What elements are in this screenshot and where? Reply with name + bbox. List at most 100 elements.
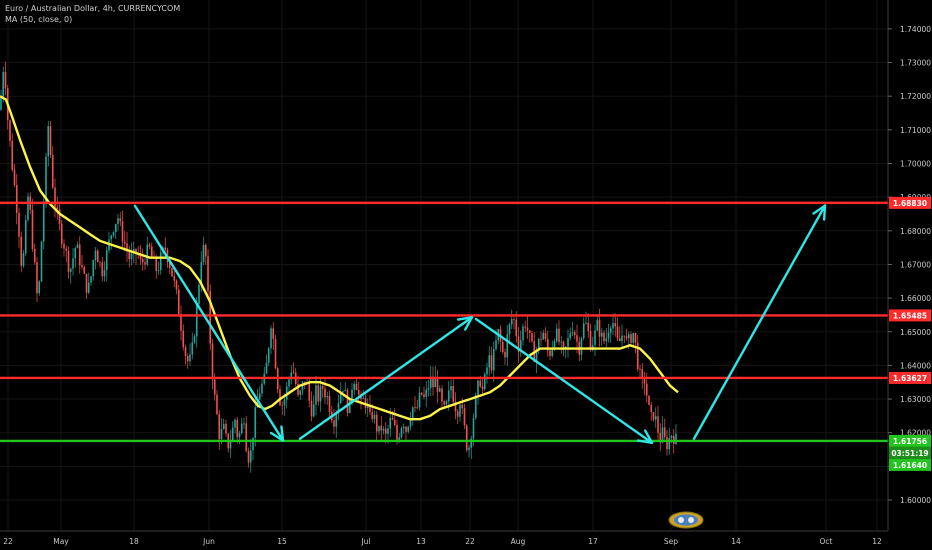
candle-body — [247, 451, 250, 463]
candle-body — [24, 220, 27, 254]
candle-body — [90, 276, 92, 283]
candle-body — [265, 362, 268, 374]
candle-body — [445, 401, 448, 405]
candle-body — [144, 262, 146, 265]
x-tick-label: Sep — [664, 537, 678, 546]
x-tick-label: 12 — [872, 537, 882, 546]
candle-body — [504, 352, 506, 358]
candle-body — [634, 333, 637, 343]
candle-body — [243, 423, 245, 425]
price-chart[interactable]: 1.600001.610001.620001.630001.640001.650… — [0, 0, 932, 550]
candle-body — [114, 224, 117, 233]
candle-body — [60, 223, 63, 244]
candle-body — [558, 328, 560, 343]
candle-body — [315, 385, 317, 405]
candle-body — [650, 404, 653, 413]
candle-body — [501, 341, 504, 353]
candle-body — [31, 209, 34, 249]
candle-body — [355, 383, 358, 391]
candle-body — [389, 417, 392, 429]
x-tick-label: 15 — [277, 537, 287, 546]
candle-body — [123, 241, 126, 244]
candle-body — [159, 252, 162, 271]
candle-body — [236, 419, 239, 438]
candle-body — [312, 404, 315, 417]
candle-body — [182, 330, 185, 348]
candle-body — [20, 236, 23, 266]
candle-body — [549, 350, 551, 356]
candle-body — [436, 377, 439, 392]
candle-body — [254, 407, 257, 438]
candle-body — [74, 248, 77, 259]
candle-body — [117, 218, 119, 225]
candle-body — [452, 386, 455, 402]
candle-body — [40, 241, 43, 282]
y-tick-label: 1.63000 — [900, 395, 931, 404]
candle-body — [483, 374, 486, 389]
candle-body — [666, 436, 668, 450]
candle-body — [198, 284, 200, 304]
candle-body — [402, 426, 405, 429]
candle-body — [443, 401, 446, 405]
x-tick-label: May — [53, 537, 69, 546]
x-tick-label: 22 — [465, 537, 475, 546]
candle-body — [173, 276, 176, 281]
candle-body — [103, 270, 106, 277]
x-tick-label: 22 — [3, 537, 13, 546]
candle-body — [492, 349, 495, 371]
candle-body — [675, 433, 677, 445]
candle-body — [447, 390, 450, 402]
candle-body — [605, 338, 608, 342]
candle-body — [461, 404, 464, 409]
candle-body — [245, 423, 248, 452]
candle-body — [171, 268, 173, 277]
candle-body — [150, 246, 153, 257]
candle-body — [324, 388, 326, 398]
candle-body — [398, 437, 401, 440]
candle-body — [353, 383, 356, 390]
candle-body — [335, 412, 338, 427]
candle-body — [531, 333, 533, 342]
candle-body — [218, 414, 221, 439]
candle-body — [645, 383, 648, 396]
candle-body — [580, 338, 583, 355]
candle-body — [9, 120, 11, 141]
candle-body — [396, 424, 398, 440]
candle-body — [441, 388, 443, 402]
candle-body — [164, 247, 167, 250]
candle-body — [405, 426, 407, 432]
candle-body — [648, 395, 650, 405]
candle-body — [625, 336, 628, 339]
candle-body — [191, 342, 194, 355]
x-tick-label: 17 — [588, 537, 598, 546]
candle-body — [128, 251, 131, 259]
candle-body — [36, 261, 38, 294]
candle-body — [63, 243, 65, 249]
candle-body — [69, 268, 72, 272]
candle-body — [177, 289, 180, 315]
candle-body — [38, 281, 41, 294]
candle-body — [652, 412, 655, 420]
candle-body — [326, 396, 329, 398]
candle-body — [216, 394, 218, 415]
candle-body — [281, 404, 284, 406]
candle-body — [220, 428, 223, 439]
candle-body — [411, 407, 414, 419]
candle-body — [555, 328, 558, 342]
candle-body — [569, 333, 572, 339]
candle-body — [22, 253, 25, 266]
candle-body — [319, 386, 322, 402]
candle-body — [65, 248, 68, 251]
candle-body — [438, 388, 441, 392]
candle-body — [225, 423, 227, 434]
candle-body — [567, 338, 569, 347]
y-tick-label: 1.60000 — [900, 496, 931, 505]
candle-body — [420, 392, 423, 395]
candle-body — [267, 348, 270, 363]
candle-body — [47, 126, 50, 157]
candle-body — [76, 244, 79, 249]
candle-body — [234, 419, 236, 428]
y-tick-label: 1.66000 — [900, 294, 931, 303]
candle-body — [49, 126, 52, 155]
y-tick-label: 1.68000 — [900, 227, 931, 236]
